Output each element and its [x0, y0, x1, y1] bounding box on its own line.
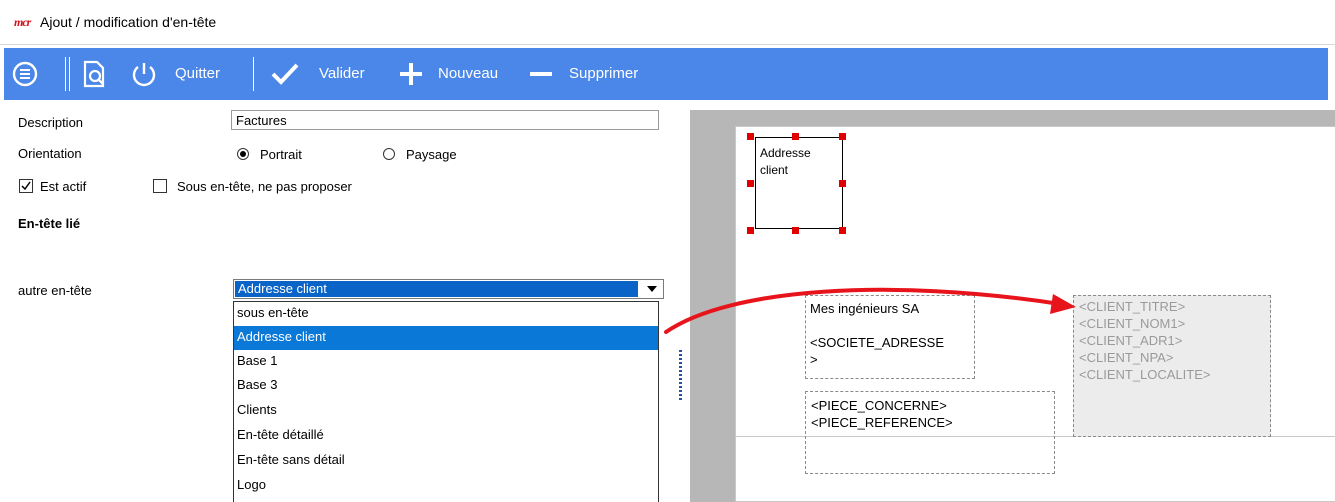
quit-button[interactable]: Quitter [175, 65, 220, 82]
toolbar-separator [253, 57, 254, 91]
autre-entete-label: autre en-tête [18, 283, 92, 298]
selected-block-line: client [760, 163, 789, 177]
plus-icon[interactable] [398, 61, 424, 90]
dropdown-item[interactable]: Logo [234, 474, 658, 498]
est-actif-label: Est actif [40, 179, 87, 194]
resize-handle[interactable] [747, 227, 754, 234]
resize-handle[interactable] [839, 180, 846, 187]
delete-button[interactable]: Supprimer [569, 65, 638, 82]
orientation-label: Orientation [18, 146, 82, 161]
company-line: > [810, 352, 818, 367]
resize-handle[interactable] [792, 133, 799, 140]
portrait-label: Portrait [260, 147, 302, 162]
client-line: <CLIENT_LOCALITE> [1079, 367, 1211, 382]
resize-handle[interactable] [839, 227, 846, 234]
client-line: <CLIENT_NOM1> [1079, 316, 1186, 331]
validate-button[interactable]: Valider [319, 65, 365, 82]
minus-icon[interactable] [528, 61, 554, 90]
dropdown-item[interactable]: En-tête sans détail [234, 449, 658, 473]
window-title: Ajout / modification d'en-tête [40, 14, 217, 30]
description-label: Description [18, 115, 84, 130]
dropdown-item-selected[interactable]: Addresse client [234, 326, 658, 350]
client-block[interactable]: <CLIENT_TITRE> <CLIENT_NOM1> <CLIENT_ADR… [1073, 295, 1271, 437]
sous-entete-label: Sous en-tête, ne pas proposer [177, 179, 352, 194]
piece-block[interactable]: <PIECE_CONCERNE> <PIECE_REFERENCE> [805, 391, 1055, 474]
piece-line: <PIECE_CONCERNE> [811, 398, 947, 413]
resize-handle[interactable] [747, 180, 754, 187]
selected-block-line: Addresse [760, 146, 811, 160]
portrait-radio[interactable] [237, 148, 249, 160]
client-line: <CLIENT_ADR1> [1079, 333, 1183, 348]
menu-icon[interactable] [12, 61, 38, 90]
dropdown-item[interactable]: Base 3 [234, 374, 658, 398]
selected-block[interactable]: Addresse client [755, 137, 843, 229]
new-button[interactable]: Nouveau [438, 65, 498, 82]
toolbar: Quitter Valider Nouveau Supprimer [4, 48, 1328, 100]
paysage-radio[interactable] [383, 148, 395, 160]
app-logo: mcr [14, 15, 31, 29]
resize-handle[interactable] [747, 133, 754, 140]
check-icon [21, 181, 31, 191]
dropdown-item[interactable]: Clients [234, 399, 658, 423]
resize-handle[interactable] [839, 133, 846, 140]
est-actif-checkbox[interactable] [19, 179, 33, 193]
toolbar-separator [65, 57, 66, 91]
toolbar-separator [69, 57, 70, 91]
client-line: <CLIENT_TITRE> [1079, 299, 1186, 314]
autre-entete-select[interactable]: Addresse client [233, 279, 664, 299]
client-line: <CLIENT_NPA> [1079, 350, 1174, 365]
annotation-arrow-icon [664, 287, 1076, 334]
piece-line: <PIECE_REFERENCE> [811, 415, 953, 430]
section-heading: En-tête lié [18, 216, 81, 231]
power-icon[interactable] [130, 60, 158, 91]
dropdown-item[interactable]: En-tête détaillé [234, 424, 658, 448]
chevron-down-icon[interactable] [647, 286, 657, 292]
splitter-handle[interactable] [678, 350, 683, 400]
checkmark-icon[interactable] [270, 61, 300, 90]
description-input[interactable]: Factures [231, 110, 659, 130]
select-value: Addresse client [235, 281, 638, 297]
sous-entete-checkbox[interactable] [153, 179, 167, 193]
print-preview-icon[interactable] [82, 60, 108, 91]
dropdown-list: sous en-tête Addresse client Base 1 Base… [233, 301, 659, 502]
dropdown-item[interactable]: Base 1 [234, 350, 658, 374]
dropdown-item[interactable]: sous en-tête [234, 302, 658, 326]
paysage-label: Paysage [406, 147, 457, 162]
resize-handle[interactable] [792, 227, 799, 234]
